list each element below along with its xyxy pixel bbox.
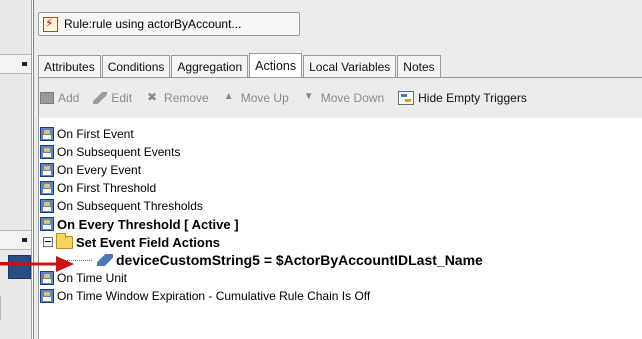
tab-conditions[interactable]: Conditions	[101, 55, 171, 77]
tab-attributes[interactable]: Attributes	[38, 55, 101, 77]
tab-actions[interactable]: Actions	[249, 53, 303, 78]
move-down-button[interactable]: Move Down	[303, 91, 384, 105]
rule-icon	[43, 16, 58, 32]
action-label: deviceCustomString5 = $ActorByAccountIDL…	[116, 252, 483, 268]
tree-item-on-first-threshold[interactable]: On First Threshold	[40, 179, 640, 197]
action-icon	[97, 254, 113, 266]
tree-item-on-subsequent-thresholds[interactable]: On Subsequent Thresholds	[40, 197, 640, 215]
trigger-label: On First Event	[57, 127, 134, 141]
move-down-label: Move Down	[320, 91, 385, 105]
folder-label: Set Event Field Actions	[76, 234, 220, 250]
rule-title-tab[interactable]: Rule:rule using actorByAccount...	[38, 12, 300, 36]
trigger-label: On Subsequent Thresholds	[57, 199, 203, 213]
trigger-icon	[40, 145, 54, 159]
trigger-icon	[40, 163, 54, 177]
left-side-panel	[0, 0, 32, 339]
trigger-label: On Subsequent Events	[57, 145, 181, 159]
actions-tree: On First Event On Subsequent Events On E…	[40, 125, 640, 305]
move-up-button[interactable]: Move Up	[223, 91, 289, 105]
tree-item-on-time-window-expiration[interactable]: On Time Window Expiration - Cumulative R…	[40, 287, 640, 305]
trigger-icon	[40, 271, 54, 285]
edit-button[interactable]: Edit	[93, 91, 132, 105]
add-button[interactable]: Add	[40, 91, 79, 105]
arrow-tail	[0, 262, 22, 265]
remove-button[interactable]: Remove	[146, 90, 209, 105]
left-panel-selection	[8, 255, 31, 279]
tree-item-on-every-threshold[interactable]: On Every Threshold [ Active ]	[40, 215, 640, 233]
collapse-icon[interactable]	[43, 237, 53, 247]
trigger-label: On First Threshold	[57, 181, 157, 195]
pencil-icon	[93, 92, 108, 104]
left-panel-row	[0, 230, 31, 250]
hide-empty-triggers-button[interactable]: Hide Empty Triggers	[398, 91, 527, 105]
rule-editor-panel: Rule:rule using actorByAccount... Attrib…	[33, 0, 642, 339]
remove-icon	[146, 90, 160, 104]
trigger-label: On Every Threshold [ Active ]	[57, 216, 239, 232]
tree-item-set-event-field-actions[interactable]: Set Event Field Actions	[40, 232, 640, 251]
hide-empty-triggers-label: Hide Empty Triggers	[418, 91, 527, 105]
arrow-up-icon	[223, 91, 237, 104]
add-label: Add	[58, 91, 80, 105]
trigger-icon	[40, 199, 54, 213]
add-icon	[40, 92, 54, 104]
tab-notes[interactable]: Notes	[397, 55, 441, 77]
trigger-label: On Every Event	[57, 163, 142, 177]
actions-toolbar: Add Edit Remove Move Up Move Down Hide E…	[39, 78, 642, 118]
tree-item-on-subsequent-events[interactable]: On Subsequent Events	[40, 143, 640, 161]
tab-strip: Attributes Conditions Aggregation Action…	[38, 53, 442, 78]
tree-item-on-first-event[interactable]: On First Event	[40, 125, 640, 143]
tree-connector	[58, 259, 92, 261]
tree-item-on-every-event[interactable]: On Every Event	[40, 161, 640, 179]
trigger-icon	[40, 181, 54, 195]
rule-title: Rule:rule using actorByAccount...	[64, 17, 242, 31]
tab-local-variables[interactable]: Local Variables	[303, 55, 397, 77]
trigger-label: On Time Window Expiration - Cumulative R…	[57, 289, 371, 303]
hide-triggers-icon	[398, 91, 415, 105]
remove-label: Remove	[164, 91, 209, 105]
tab-aggregation[interactable]: Aggregation	[171, 55, 249, 77]
trigger-icon	[40, 289, 54, 303]
left-panel-row	[0, 296, 31, 320]
arrow-down-icon	[303, 91, 317, 104]
folder-open-icon	[56, 232, 73, 249]
move-up-label: Move Up	[240, 91, 289, 105]
tree-item-on-time-unit[interactable]: On Time Unit	[40, 269, 640, 287]
trigger-label: On Time Unit	[57, 271, 128, 285]
trigger-icon	[40, 217, 54, 231]
trigger-icon	[40, 127, 54, 141]
edit-label: Edit	[111, 91, 133, 105]
tree-item-action[interactable]: deviceCustomString5 = $ActorByAccountIDL…	[40, 251, 640, 269]
actions-tab-content: Add Edit Remove Move Up Move Down Hide E…	[38, 77, 642, 339]
left-panel-row	[0, 54, 31, 74]
